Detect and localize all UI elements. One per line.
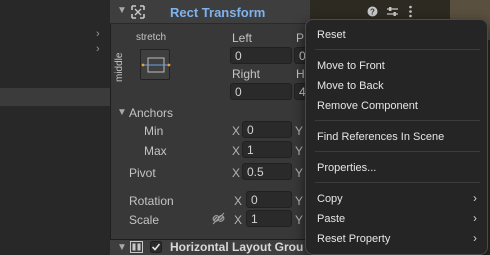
axis-y-label: Y: [295, 213, 304, 227]
expand-chevron-icon[interactable]: ›: [96, 43, 100, 55]
axis-x-label: X: [232, 144, 241, 158]
more-options-icon[interactable]: [408, 5, 413, 18]
horizontal-layout-icon: [130, 241, 143, 253]
hierarchy-panel: [0, 0, 110, 255]
constrain-proportions-icon[interactable]: [212, 212, 225, 225]
right-field[interactable]: 0: [230, 83, 292, 100]
pivot-x-field[interactable]: 0.5: [242, 163, 292, 180]
menu-item-reset-property[interactable]: Reset Property: [317, 233, 390, 245]
menu-separator: [315, 49, 480, 50]
help-icon[interactable]: ?: [367, 6, 378, 17]
menu-item-properties[interactable]: Properties...: [317, 162, 376, 174]
anchors-fold-icon[interactable]: ▼: [117, 107, 127, 118]
anchor-preset-icon: [141, 57, 171, 73]
menu-separator: [315, 120, 480, 121]
fold-triangle-icon[interactable]: ▼: [117, 242, 127, 253]
hierarchy-selected-row[interactable]: [0, 88, 110, 106]
left-label: Left: [232, 31, 253, 45]
right-label: Right: [232, 67, 261, 81]
preset-top-label: stretch: [136, 32, 167, 43]
left-field[interactable]: 0: [230, 47, 292, 64]
menu-item-find-references[interactable]: Find References In Scene: [317, 131, 444, 143]
rotation-label: Rotation: [129, 194, 174, 208]
menu-item-copy[interactable]: Copy: [317, 193, 343, 205]
scale-x-field[interactable]: 1: [246, 210, 292, 227]
axis-y-label: Y: [295, 194, 304, 208]
menu-item-remove-component[interactable]: Remove Component: [317, 100, 418, 112]
anchors-max-label: Max: [144, 144, 167, 158]
fold-triangle-icon[interactable]: ▼: [117, 5, 127, 16]
menu-item-reset[interactable]: Reset: [317, 29, 346, 41]
axis-y-label: Y: [295, 124, 304, 138]
pivot-label: Pivot: [129, 166, 156, 180]
component-title: Horizontal Layout Grou: [170, 240, 304, 254]
axis-x-label: X: [232, 124, 241, 138]
axis-x-label: X: [234, 213, 243, 227]
axis-y-label: Y: [295, 144, 304, 158]
anchor-preset-button[interactable]: [140, 49, 171, 80]
svg-text:?: ?: [370, 8, 375, 17]
preset-side-label: middle: [114, 52, 125, 82]
submenu-arrow-icon: ›: [473, 231, 477, 245]
presets-icon[interactable]: [386, 5, 399, 18]
pos-label: P: [296, 31, 305, 45]
menu-item-move-to-front[interactable]: Move to Front: [317, 60, 385, 72]
rotation-x-field[interactable]: 0: [246, 191, 292, 208]
rect-transform-icon: [131, 5, 145, 19]
menu-item-move-to-back[interactable]: Move to Back: [317, 80, 384, 92]
menu-separator: [315, 151, 480, 152]
axis-x-label: X: [234, 194, 243, 208]
submenu-arrow-icon: ›: [473, 211, 477, 225]
component-title: Rect Transform: [170, 5, 266, 20]
anchors-min-label: Min: [144, 124, 164, 138]
scale-label: Scale: [129, 213, 160, 227]
menu-item-paste[interactable]: Paste: [317, 213, 345, 225]
context-menu: Reset Move to Front Move to Back Remove …: [305, 19, 488, 255]
anchors-min-x-field[interactable]: 0: [242, 121, 292, 138]
axis-y-label: Y: [295, 166, 304, 180]
enabled-checkbox[interactable]: [150, 241, 162, 253]
expand-chevron-icon[interactable]: ›: [96, 28, 100, 40]
axis-x-label: X: [232, 166, 241, 180]
anchors-label[interactable]: Anchors: [129, 106, 173, 120]
submenu-arrow-icon: ›: [473, 191, 477, 205]
anchors-max-x-field[interactable]: 1: [242, 141, 292, 158]
menu-separator: [315, 182, 480, 183]
height-label: H: [296, 67, 305, 81]
